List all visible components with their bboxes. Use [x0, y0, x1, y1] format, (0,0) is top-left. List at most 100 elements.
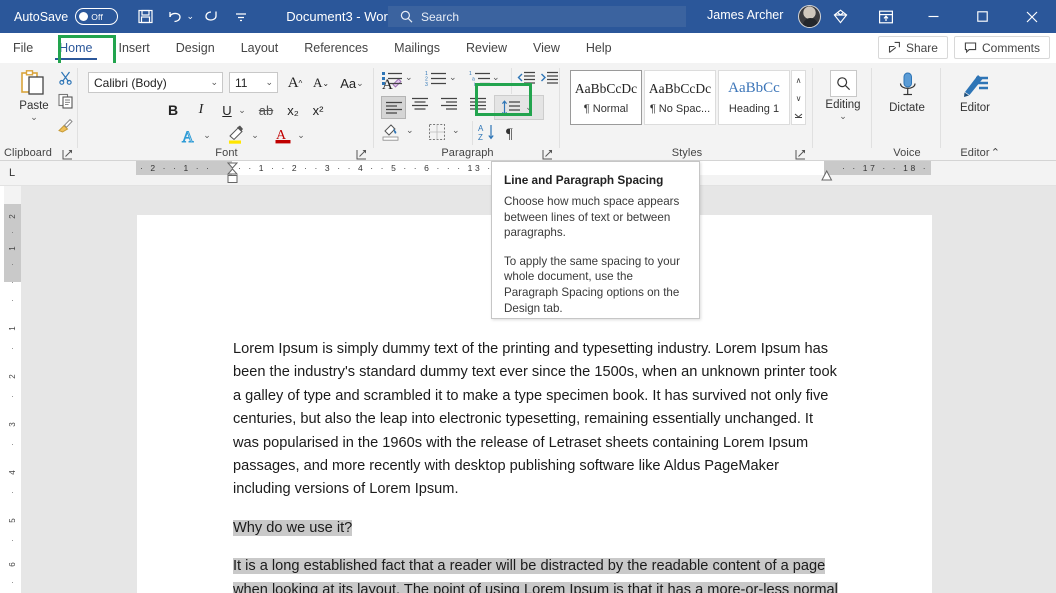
font-dialog-launcher[interactable] [356, 147, 367, 160]
tab-view[interactable]: View [520, 33, 573, 63]
text-highlight-color-button[interactable] [224, 124, 250, 146]
font-size-combobox[interactable]: 11 ⌄ [229, 72, 278, 93]
paste-dropdown-caret[interactable]: ⌄ [12, 112, 56, 123]
font-color-caret[interactable]: ⌄ [295, 124, 311, 146]
dictate-button[interactable]: Dictate [873, 68, 941, 114]
font-color-button[interactable]: A [271, 124, 297, 146]
tooltip-body: Choose how much space appears between li… [504, 194, 687, 316]
sort-icon[interactable]: AZ [478, 123, 497, 141]
tab-review[interactable]: Review [453, 33, 520, 63]
bold-button[interactable]: B [163, 99, 183, 121]
underline-button[interactable]: U [217, 99, 237, 121]
autosave-toggle[interactable]: Off [75, 8, 119, 25]
indent-markers[interactable] [225, 162, 240, 184]
vruler-dot: · [11, 260, 14, 269]
underline-caret[interactable]: ⌄ [236, 99, 252, 121]
search-input[interactable]: Search [388, 6, 686, 27]
justify-icon[interactable] [469, 97, 487, 111]
ribbon-display-options-icon[interactable] [863, 0, 909, 33]
clipboard-dialog-launcher[interactable] [62, 147, 73, 160]
tab-references[interactable]: References [291, 33, 381, 63]
borders-icon[interactable] [428, 123, 446, 141]
styles-scroll-up-button[interactable]: ∧ [792, 71, 805, 89]
vertical-ruler[interactable]: 2 · 1 · · · 1 · 2 · 3 · 4 · 5 · 6 · [4, 186, 21, 593]
numbering-caret[interactable]: ⌄ [449, 72, 461, 83]
increase-indent-icon[interactable] [540, 70, 559, 86]
collapse-ribbon-caret[interactable]: ⌃ [991, 146, 1000, 159]
style-heading-1[interactable]: AaBbCc Heading 1 [718, 70, 790, 125]
comments-button[interactable]: Comments [953, 36, 1050, 59]
cut-icon[interactable] [58, 70, 73, 90]
bullets-caret[interactable]: ⌄ [405, 72, 417, 83]
paragraph-1[interactable]: Lorem Ipsum is simply dummy text of the … [233, 338, 840, 502]
italic-button[interactable]: I [191, 99, 211, 121]
paragraph-2[interactable]: Why do we use it? [233, 517, 840, 540]
align-left-icon[interactable] [381, 96, 406, 119]
multilevel-list-icon[interactable]: 1ai [469, 70, 491, 87]
tab-file[interactable]: File [0, 33, 46, 63]
decrease-indent-icon[interactable] [517, 70, 536, 86]
user-name[interactable]: James Archer [707, 8, 783, 22]
minimize-icon[interactable] [909, 0, 958, 33]
multilevel-list-caret[interactable]: ⌄ [492, 72, 504, 83]
right-indent-marker[interactable] [820, 169, 834, 181]
vruler-num-1: 1 [8, 246, 17, 251]
superscript-button[interactable]: x² [307, 99, 329, 121]
font-name-caret[interactable]: ⌄ [210, 77, 222, 88]
tab-stop-selector[interactable]: L [4, 165, 20, 181]
copy-icon[interactable] [58, 93, 74, 114]
bullets-icon[interactable] [382, 70, 403, 87]
borders-caret[interactable]: ⌄ [452, 125, 464, 136]
style-no-spacing[interactable]: AaBbCcDc ¶ No Spac... [644, 70, 716, 125]
styles-scroll-down-button[interactable]: ∨ [792, 89, 805, 107]
paste-icon [21, 70, 44, 95]
line-spacing-caret[interactable]: ⌄ [521, 102, 537, 113]
tab-design[interactable]: Design [163, 33, 228, 63]
maximize-icon[interactable] [958, 0, 1007, 33]
show-formatting-marks-icon[interactable]: ¶ [505, 123, 521, 141]
align-right-icon[interactable] [440, 97, 458, 111]
tab-help[interactable]: Help [573, 33, 625, 63]
text-highlight-caret[interactable]: ⌄ [249, 124, 265, 146]
paragraph-dialog-launcher[interactable] [542, 147, 553, 160]
document-body[interactable]: Lorem Ipsum is simply dummy text of the … [233, 338, 840, 593]
tab-home[interactable]: Home [46, 33, 105, 63]
tab-mailings[interactable]: Mailings [381, 33, 453, 63]
styles-more-button[interactable] [792, 108, 805, 126]
paste-button[interactable]: Paste ⌄ [12, 67, 56, 123]
numbering-icon[interactable]: 123 [425, 70, 447, 87]
vertical-ruler-marks: 2 · 1 · · · 1 · 2 · 3 · 4 · 5 · 6 · [4, 204, 21, 593]
shrink-font-button[interactable]: A ⌄ [310, 72, 332, 94]
line-and-paragraph-spacing-icon[interactable]: ⌄ [494, 95, 544, 120]
tab-layout[interactable]: Layout [228, 33, 292, 63]
change-case-button[interactable]: Aa ⌄ [337, 72, 371, 94]
save-icon[interactable] [130, 4, 160, 30]
undo-dropdown-caret[interactable]: ⌄ [184, 11, 196, 22]
font-name-combobox[interactable]: Calibri (Body) ⌄ [88, 72, 223, 93]
strikethrough-button[interactable]: ab [254, 99, 278, 121]
close-icon[interactable] [1007, 0, 1056, 33]
paragraph-3[interactable]: It is a long established fact that a rea… [233, 555, 840, 593]
style-normal[interactable]: AaBbCcDc ¶ Normal [570, 70, 642, 125]
format-painter-icon[interactable] [57, 117, 74, 139]
text-effects-caret[interactable]: ⌄ [201, 124, 217, 146]
font-size-caret[interactable]: ⌄ [265, 77, 277, 88]
align-center-icon[interactable] [411, 97, 429, 111]
svg-text:A: A [182, 129, 194, 145]
editing-caret[interactable]: ⌄ [814, 111, 872, 122]
grow-font-button[interactable]: A ^ [284, 72, 306, 94]
redo-icon[interactable] [196, 4, 226, 30]
text-effects-button[interactable]: A [177, 124, 203, 146]
editing-button[interactable]: Editing ⌄ [814, 68, 872, 122]
share-icon [888, 41, 900, 53]
share-button[interactable]: Share [877, 36, 948, 59]
styles-dialog-launcher[interactable] [795, 147, 806, 160]
quick-access-more-icon[interactable] [226, 4, 256, 30]
inner-divider [472, 121, 473, 145]
tab-insert[interactable]: Insert [106, 33, 163, 63]
subscript-button[interactable]: x₂ [282, 99, 304, 121]
editor-button[interactable]: Editor [942, 68, 1008, 114]
diamond-icon[interactable] [817, 0, 863, 33]
shading-icon[interactable] [382, 123, 401, 141]
shading-caret[interactable]: ⌄ [406, 125, 418, 136]
